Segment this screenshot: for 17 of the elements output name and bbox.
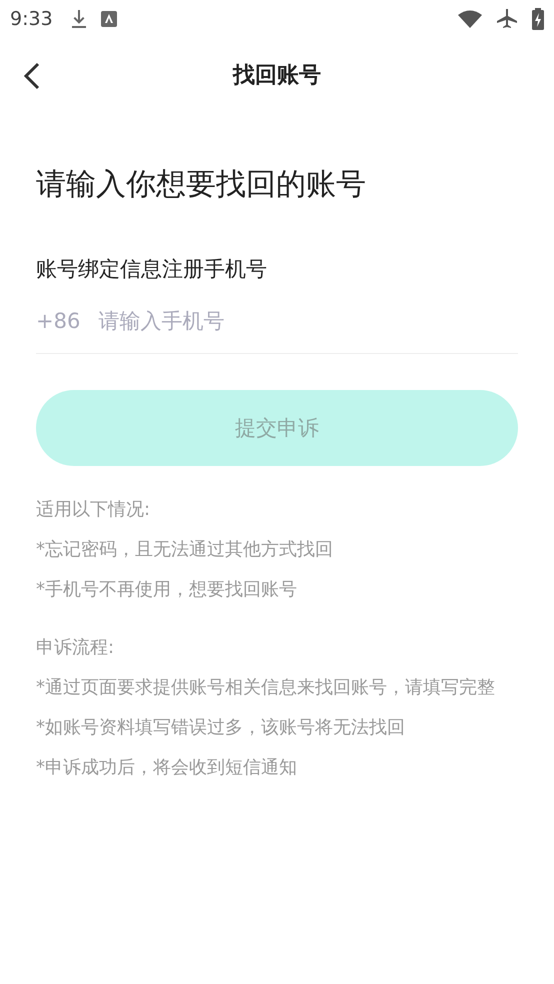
- battery-icon: [532, 8, 544, 30]
- status-time: 9:33: [10, 8, 53, 30]
- field-label: 账号绑定信息注册手机号: [36, 256, 268, 283]
- phone-input-field[interactable]: 请输入手机号: [98, 309, 518, 333]
- download-icon: [70, 9, 87, 29]
- note-text: *申诉成功后，将会收到短信通知: [36, 756, 298, 780]
- note-text: *忘记密码，且无法通过其他方式找回: [36, 538, 334, 562]
- page-title: 找回账号: [233, 62, 321, 90]
- note-text: *如账号资料填写错误过多，该账号将无法找回: [36, 716, 406, 740]
- note-text: *手机号不再使用，想要找回账号: [36, 578, 298, 602]
- note-text: *通过页面要求提供账号相关信息来找回账号，请填写完整: [36, 676, 496, 700]
- heading: 请输入你想要找回的账号: [36, 166, 367, 204]
- airplane-icon: [496, 8, 518, 30]
- country-code[interactable]: +86: [36, 309, 80, 333]
- notes-title: 适用以下情况:: [36, 498, 152, 522]
- wifi-icon: [458, 10, 482, 28]
- notes-title: 申诉流程:: [36, 636, 116, 660]
